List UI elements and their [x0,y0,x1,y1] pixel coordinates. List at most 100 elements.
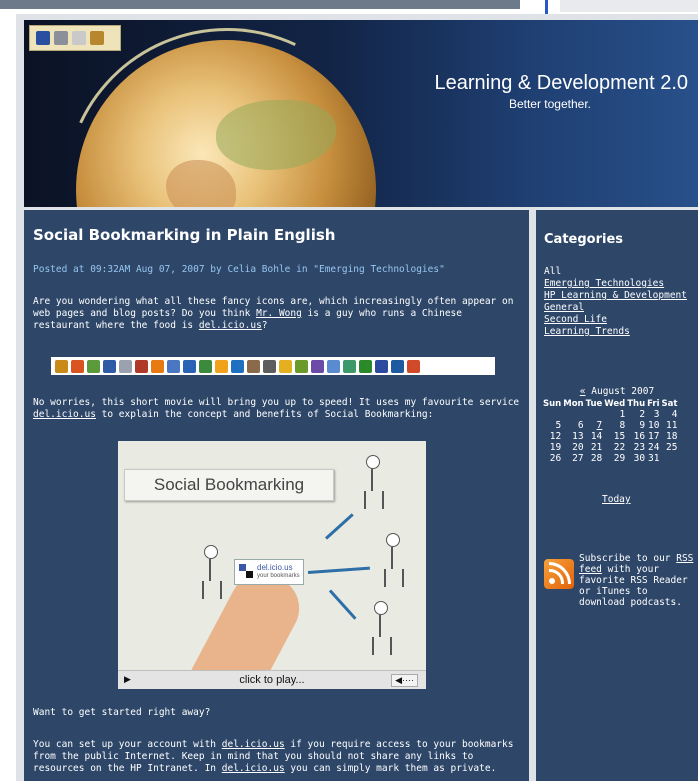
category-list: All Emerging Technologies HP Learning & De… [544,266,687,338]
page-tools [29,25,121,51]
bookmark-service-icon[interactable] [103,359,116,373]
bookmark-service-icon[interactable] [279,359,292,373]
bookmark-service-icon[interactable] [167,359,180,373]
calendar-day: 23 [633,442,646,453]
category-item[interactable]: HP Learning & Development [544,290,687,302]
bookmark-service-icon[interactable] [55,359,68,373]
bookmark-service-icon[interactable] [199,359,212,373]
email-icon[interactable] [72,31,86,45]
bookmark-service-icon[interactable] [71,359,84,373]
category-item[interactable]: Emerging Technologies [544,278,687,290]
calendar-month: August 2007 [591,386,655,397]
post-meta: Posted at 09:32AM Aug 07, 2007 by Celia … [33,264,445,275]
calendar-prev-link[interactable]: « [580,386,586,397]
bookmark-service-icon[interactable] [391,359,404,373]
bookmark-service-icon[interactable] [327,359,340,373]
volume-icon[interactable]: ◀···· [391,674,418,687]
calendar-weekday: Wed [604,398,626,409]
bookmark-service-icon[interactable] [375,359,388,373]
link-delicious[interactable]: del.icio.us [222,763,285,774]
text: to explain the concept and benefits of S… [95,409,434,420]
calendar-grid: Sun Mon Tue Wed Thu Fri Sat 1 2 3 4 5 6 7 8 9 10 11 12 13 1… [542,398,678,465]
calendar-weekday: Tue [585,398,603,409]
calendar-today-link[interactable]: Today [602,494,631,505]
figure-body [379,615,381,637]
bookmark-service-icon[interactable] [151,359,164,373]
figure-legs [384,569,404,587]
text: Subscribe to our [579,553,677,564]
calendar-day [542,409,562,420]
bookmark-service-icon[interactable] [231,359,244,373]
bookmark-service-icon[interactable] [343,359,356,373]
category-link[interactable]: HP Learning & Development [544,290,687,301]
bookmark-service-icon[interactable] [87,359,100,373]
link-delicious[interactable]: del.icio.us [222,739,285,750]
arrow-graphic [307,566,370,574]
print-icon[interactable] [54,31,68,45]
main-content: Social Bookmarking in Plain English Post… [24,210,529,781]
clipboard-icon[interactable] [90,31,104,45]
post-paragraph: Are you wondering what all these fancy i… [33,296,523,332]
logo-square [239,564,246,571]
calendar-week: 26 27 28 29 30 31 [542,453,678,464]
text: You can set up your account with [33,739,222,750]
category-item[interactable]: Learning Trends [544,326,687,338]
bookmark-service-icon[interactable] [263,359,276,373]
figure-body [209,559,211,581]
calendar-day: 12 [549,431,562,442]
save-icon[interactable] [36,31,50,45]
bookmark-service-icon[interactable] [359,359,372,373]
figure-head [204,545,218,559]
category-item[interactable]: General [544,302,687,314]
bookmark-service-icon[interactable] [183,359,196,373]
figure-legs [364,491,384,509]
link-mr-wong[interactable]: Mr. Wong [256,308,302,319]
category-item[interactable]: All [544,266,687,278]
figure-head [386,533,400,547]
calendar-weekdays: Sun Mon Tue Wed Thu Fri Sat [542,398,678,409]
link-delicious[interactable]: del.icio.us [33,409,96,420]
calendar-day: 3 [653,409,660,420]
calendar-day: 19 [549,442,562,453]
calendar-day[interactable]: 7 [585,420,604,431]
category-link[interactable]: Second Life [544,314,607,325]
calendar-day: 9 [639,420,646,431]
category-link[interactable]: Learning Trends [544,326,630,337]
figure-head [366,455,380,469]
sidebar: Categories All Emerging Technologies HP Le… [536,210,698,781]
bookmark-service-icon[interactable] [311,359,324,373]
calendar-day: 30 [633,453,646,464]
calendar-weekday: Thu [627,398,646,409]
calendar-day: 17 [648,431,660,442]
calendar-day: 27 [572,453,584,464]
bookmark-service-icon[interactable] [247,359,260,373]
video-player[interactable]: Social Bookmarking del.icio.us your book… [118,441,426,689]
category-link[interactable]: Emerging Technologies [544,278,664,289]
link-delicious[interactable]: del.icio.us [199,320,262,331]
video-play-label[interactable]: click to play... [118,674,426,686]
calendar-day: 10 [648,420,660,431]
bookmark-service-icon[interactable] [295,359,308,373]
calendar-day: 25 [665,442,678,453]
arrow-graphic [324,513,354,540]
category-link[interactable]: General [544,302,584,313]
post-title[interactable]: Social Bookmarking in Plain English [33,226,335,244]
figure-legs [202,581,222,599]
calendar-day: 29 [613,453,626,464]
calendar-day: 31 [648,453,660,464]
category-item[interactable]: Second Life [544,314,687,326]
calendar-day: 13 [572,431,584,442]
rss-icon[interactable] [544,559,574,589]
post-paragraph: Want to get started right away? [33,707,211,718]
calendar-day: 16 [633,431,646,442]
bookmark-service-icon[interactable] [119,359,132,373]
stick-figure [360,455,384,510]
bookmark-service-icon[interactable] [215,359,228,373]
calendar-day: 6 [577,420,584,431]
bookmark-service-icon[interactable] [407,359,420,373]
calendar-day-link[interactable]: 7 [597,420,603,431]
bookmark-service-icon[interactable] [135,359,148,373]
figure-head [374,601,388,615]
calendar-day: 8 [619,420,626,431]
calendar-days: 1 2 3 4 5 6 7 8 9 10 11 12 13 14 15 16 17 18 19 20 21 22 23 24 2… [542,409,678,464]
